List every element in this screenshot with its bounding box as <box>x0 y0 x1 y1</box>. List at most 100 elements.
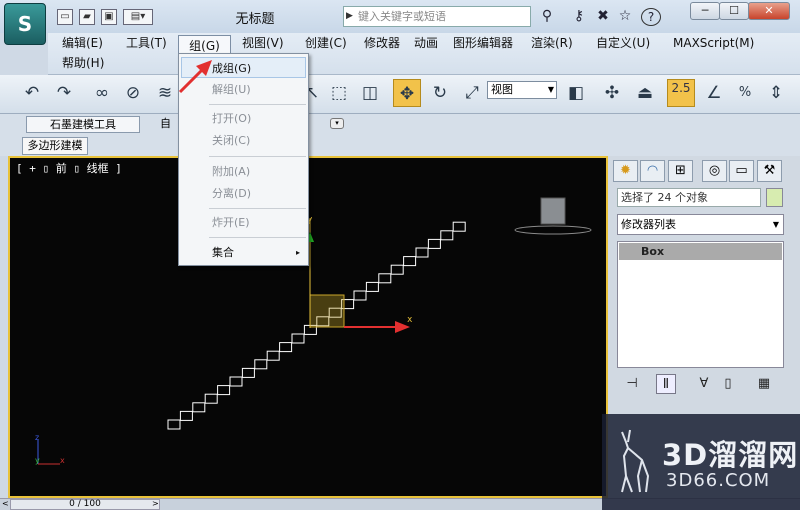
search-expand-icon[interactable]: ▶ <box>346 7 353 26</box>
stack-item-box[interactable]: Box <box>619 243 782 260</box>
menu-help[interactable]: 帮助(H) <box>62 53 104 73</box>
stair-step <box>241 367 255 378</box>
create-tab-icon[interactable]: ✹ <box>613 160 638 182</box>
scale-icon[interactable]: ⤢ <box>458 79 486 107</box>
menu-rendering[interactable]: 渲染(R) <box>531 33 573 53</box>
stair-step <box>452 221 466 232</box>
move-icon[interactable]: ✥ <box>393 79 421 107</box>
viewcube-ring <box>514 225 592 235</box>
menu-create[interactable]: 创建(C) <box>305 33 347 53</box>
modifier-list-dropdown[interactable]: 修改器列表 ▼ <box>617 214 784 235</box>
menu-item-explode[interactable]: 炸开(E) <box>179 212 308 233</box>
viewport-label[interactable]: [ + ▯ 前 ▯ 线框 ] <box>16 160 122 176</box>
menu-item-open[interactable]: 打开(O) <box>179 108 308 129</box>
minimize-button[interactable]: ─ <box>690 2 720 20</box>
menu-separator <box>209 156 306 157</box>
modifier-stack[interactable] <box>617 241 784 368</box>
time-prev-button[interactable]: < <box>2 499 10 510</box>
menu-customize[interactable]: 自定义(U) <box>596 33 650 53</box>
menu-item-assembly[interactable]: 集合 ▸ <box>179 242 308 263</box>
modify-tab-icon[interactable]: ◠ <box>640 160 665 182</box>
menu-modifiers[interactable]: 修改器 <box>364 33 400 53</box>
help-icon[interactable]: ? <box>641 8 661 26</box>
time-next-button[interactable]: > <box>152 499 160 510</box>
key-icon[interactable]: ⚷ <box>570 8 588 24</box>
link-icon[interactable]: ∞ <box>88 79 116 107</box>
world-axis-y-label: y <box>35 456 40 465</box>
search-placeholder: 键入关键字或短语 <box>358 10 446 23</box>
menu-item-attach[interactable]: 附加(A) <box>179 161 308 182</box>
stair-step <box>254 359 268 370</box>
new-file-icon[interactable]: ▭ <box>57 9 73 25</box>
utilities-tab-icon[interactable]: ⚒ <box>757 160 782 182</box>
close-button[interactable]: ✕ <box>748 2 790 20</box>
star-icon[interactable]: ☆ <box>616 8 634 24</box>
stair-step <box>229 376 243 387</box>
unlink-icon[interactable]: ⊘ <box>119 79 147 107</box>
menu-edit[interactable]: 编辑(E) <box>62 33 103 53</box>
stair-step <box>204 393 218 404</box>
search-input[interactable]: ▶ 键入关键字或短语 <box>343 6 531 27</box>
menu-maxscript[interactable]: MAXScript(M) <box>673 33 754 53</box>
rect-selection-icon[interactable]: ⬚ <box>325 79 353 107</box>
pivot-center-icon[interactable]: ◧ <box>562 79 590 107</box>
menu-graph-editors[interactable]: 图形编辑器 <box>453 33 513 53</box>
snap-toggle-button[interactable]: 2.5 <box>667 79 695 107</box>
display-tab-icon[interactable]: ▭ <box>729 160 754 182</box>
reference-coordinate-dropdown[interactable]: 视图 ▼ <box>487 81 557 99</box>
menu-item-close[interactable]: 关闭(C) <box>179 130 308 151</box>
save-icon[interactable]: ▣ <box>101 9 117 25</box>
binoculars-icon[interactable]: ⚲ <box>538 8 556 24</box>
keyboard-shortcut-icon[interactable]: ⏏ <box>631 79 659 107</box>
world-axis-x-label: x <box>60 456 65 465</box>
window-crossing-icon[interactable]: ◫ <box>356 79 384 107</box>
stair-step <box>217 385 231 396</box>
stair-step <box>440 230 454 241</box>
rotate-icon[interactable]: ↻ <box>426 79 454 107</box>
angle-snap-icon[interactable]: ∠ <box>700 79 728 107</box>
menu-separator <box>209 104 306 105</box>
redo-icon[interactable]: ↷ <box>50 79 78 107</box>
tab-graphite-modeling[interactable]: 石墨建模工具 <box>26 116 140 133</box>
menu-separator <box>209 237 306 238</box>
submenu-arrow-icon: ▸ <box>295 248 300 257</box>
make-unique-icon[interactable]: ∀ <box>694 374 714 394</box>
gizmo-x-label: x <box>407 315 413 325</box>
maximize-button[interactable]: ☐ <box>719 2 749 20</box>
stair-step <box>279 342 293 353</box>
bind-spacewarp-icon[interactable]: ≋ <box>151 79 179 107</box>
menu-tools[interactable]: 工具(T) <box>126 33 167 53</box>
menu-item-detach[interactable]: 分离(D) <box>179 183 308 204</box>
menu-views[interactable]: 视图(V) <box>242 33 284 53</box>
spinner-snap-icon[interactable]: ⇕ <box>762 79 790 107</box>
tools-icon[interactable]: ✖ <box>594 8 612 24</box>
hierarchy-tab-icon[interactable]: ⊞ <box>668 160 693 182</box>
pin-stack-icon[interactable]: ⊣ <box>622 374 642 394</box>
stair-step <box>167 419 181 430</box>
motion-tab-icon[interactable]: ◎ <box>702 160 727 182</box>
configure-sets-icon[interactable]: ▦ <box>754 374 774 394</box>
stair-step <box>390 264 404 275</box>
annotation-arrow <box>178 60 212 94</box>
object-color-swatch[interactable] <box>766 188 783 207</box>
undo-icon[interactable]: ↶ <box>18 79 46 107</box>
selection-name-field[interactable]: 选择了 24 个对象 <box>617 188 761 207</box>
world-axis-z-label: z <box>35 433 39 442</box>
watermark-brand: 3D溜溜网 <box>662 438 799 472</box>
remove-modifier-icon[interactable]: ▯ <box>718 374 738 394</box>
app-logo-button[interactable]: S <box>4 3 46 45</box>
menu-animation[interactable]: 动画 <box>414 33 438 53</box>
time-slider[interactable]: 0 / 100 <box>10 499 160 510</box>
ribbon-expand-icon[interactable]: ▾ <box>330 118 344 129</box>
dropdown-arrow-icon: ▼ <box>772 220 779 229</box>
dropdown-arrow-icon: ▼ <box>547 85 554 94</box>
tab-polygon-modeling[interactable]: 多边形建模 <box>22 137 88 155</box>
project-folder-icon[interactable]: ▤▾ <box>123 9 153 25</box>
stair-step <box>179 410 193 421</box>
select-manipulate-icon[interactable]: ✣ <box>598 79 626 107</box>
menu-group[interactable]: 组(G) <box>178 35 231 55</box>
percent-snap-button[interactable]: % <box>731 79 759 107</box>
show-end-result-icon[interactable]: Ⅱ <box>656 374 676 394</box>
open-file-icon[interactable]: ▰ <box>79 9 95 25</box>
stair-step <box>365 281 379 292</box>
